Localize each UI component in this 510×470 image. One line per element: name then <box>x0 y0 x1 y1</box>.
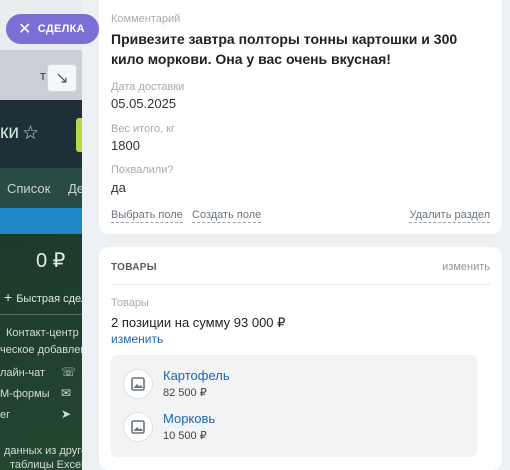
deal-slider: Комментарий Привезите завтра полторы тон… <box>82 0 510 470</box>
side-line: таблицы Excel <box>10 459 82 470</box>
praised-label: Похвалили? <box>111 164 174 176</box>
goods-item-name[interactable]: Картофель <box>163 368 230 383</box>
praised-value[interactable]: да <box>111 180 126 195</box>
goods-item: Морковь 10 500 ₽ <box>123 408 423 448</box>
goods-summary: 2 позиции на сумму 93 000 ₽ <box>111 315 286 330</box>
mail-icon: ✉ <box>61 386 72 400</box>
goods-card: ТОВАРЫ изменить Товары 2 позиции на сумм… <box>99 247 502 470</box>
goods-list: Картофель 82 500 ₽ Морковь 10 500 ₽ <box>111 355 477 457</box>
side-line: лайн-чат <box>0 367 46 379</box>
side-line: М-формы <box>0 388 50 400</box>
quick-deal-label: Быстрая сдел <box>16 293 82 305</box>
side-line: ческое добавлен <box>0 344 82 356</box>
delete-section-link[interactable]: Удалить раздел <box>409 209 490 223</box>
view-other[interactable]: Де <box>68 181 82 196</box>
plus-icon: + <box>4 289 13 305</box>
image-icon <box>123 412 153 442</box>
fields-card: Комментарий Привезите завтра полторы тон… <box>99 0 502 234</box>
collapse-arrow-icon[interactable]: ↘ <box>47 64 77 92</box>
quick-deal-button[interactable]: + Быстрая сдел <box>4 289 82 305</box>
divider <box>111 284 490 285</box>
close-icon[interactable]: ✕ <box>18 19 32 39</box>
goods-item-price: 10 500 ₽ <box>163 430 207 442</box>
delivery-date-label: Дата доставки <box>111 81 185 93</box>
stage-bar <box>0 208 82 234</box>
select-field-link[interactable]: Выбрать поле <box>111 209 183 223</box>
goods-item-price: 82 500 ₽ <box>163 387 207 399</box>
weight-value[interactable]: 1800 <box>111 138 140 153</box>
crm-background: т ↘ ки ☆ Список Де 0 ₽ + Быстрая сдел Кон… <box>0 0 82 470</box>
deal-close-tag[interactable]: ✕ СДЕЛКА <box>6 14 99 44</box>
side-line: Контакт-центр <box>6 327 79 339</box>
telegram-icon: ➤ <box>61 407 72 421</box>
comment-label: Комментарий <box>111 13 181 25</box>
stage-sum: 0 ₽ <box>36 250 66 272</box>
phone-icon: ☏ <box>61 365 77 379</box>
board-title: ки <box>0 122 19 143</box>
create-field-link[interactable]: Создать поле <box>192 209 262 223</box>
goods-section-edit[interactable]: изменить <box>442 261 490 273</box>
comment-value[interactable]: Привезите завтра полторы тонны картошки … <box>111 29 491 69</box>
deal-tag-label: СДЕЛКА <box>37 23 85 35</box>
goods-edit-link[interactable]: изменить <box>111 332 163 346</box>
star-icon[interactable]: ☆ <box>22 122 39 145</box>
view-list[interactable]: Список <box>7 181 50 196</box>
divider <box>0 314 82 315</box>
tab-fragment: т <box>40 68 46 83</box>
goods-label: Товары <box>111 297 149 309</box>
goods-item-name[interactable]: Морковь <box>163 411 215 426</box>
side-line: данных из друго <box>4 445 82 457</box>
goods-item: Картофель 82 500 ₽ <box>123 365 423 405</box>
side-line: ег <box>0 409 11 421</box>
image-icon <box>123 369 153 399</box>
goods-section-title: ТОВАРЫ <box>111 262 157 273</box>
weight-label: Вес итого, кг <box>111 123 176 135</box>
delivery-date-value[interactable]: 05.05.2025 <box>111 96 176 111</box>
view-switcher: Список Де <box>0 168 82 208</box>
